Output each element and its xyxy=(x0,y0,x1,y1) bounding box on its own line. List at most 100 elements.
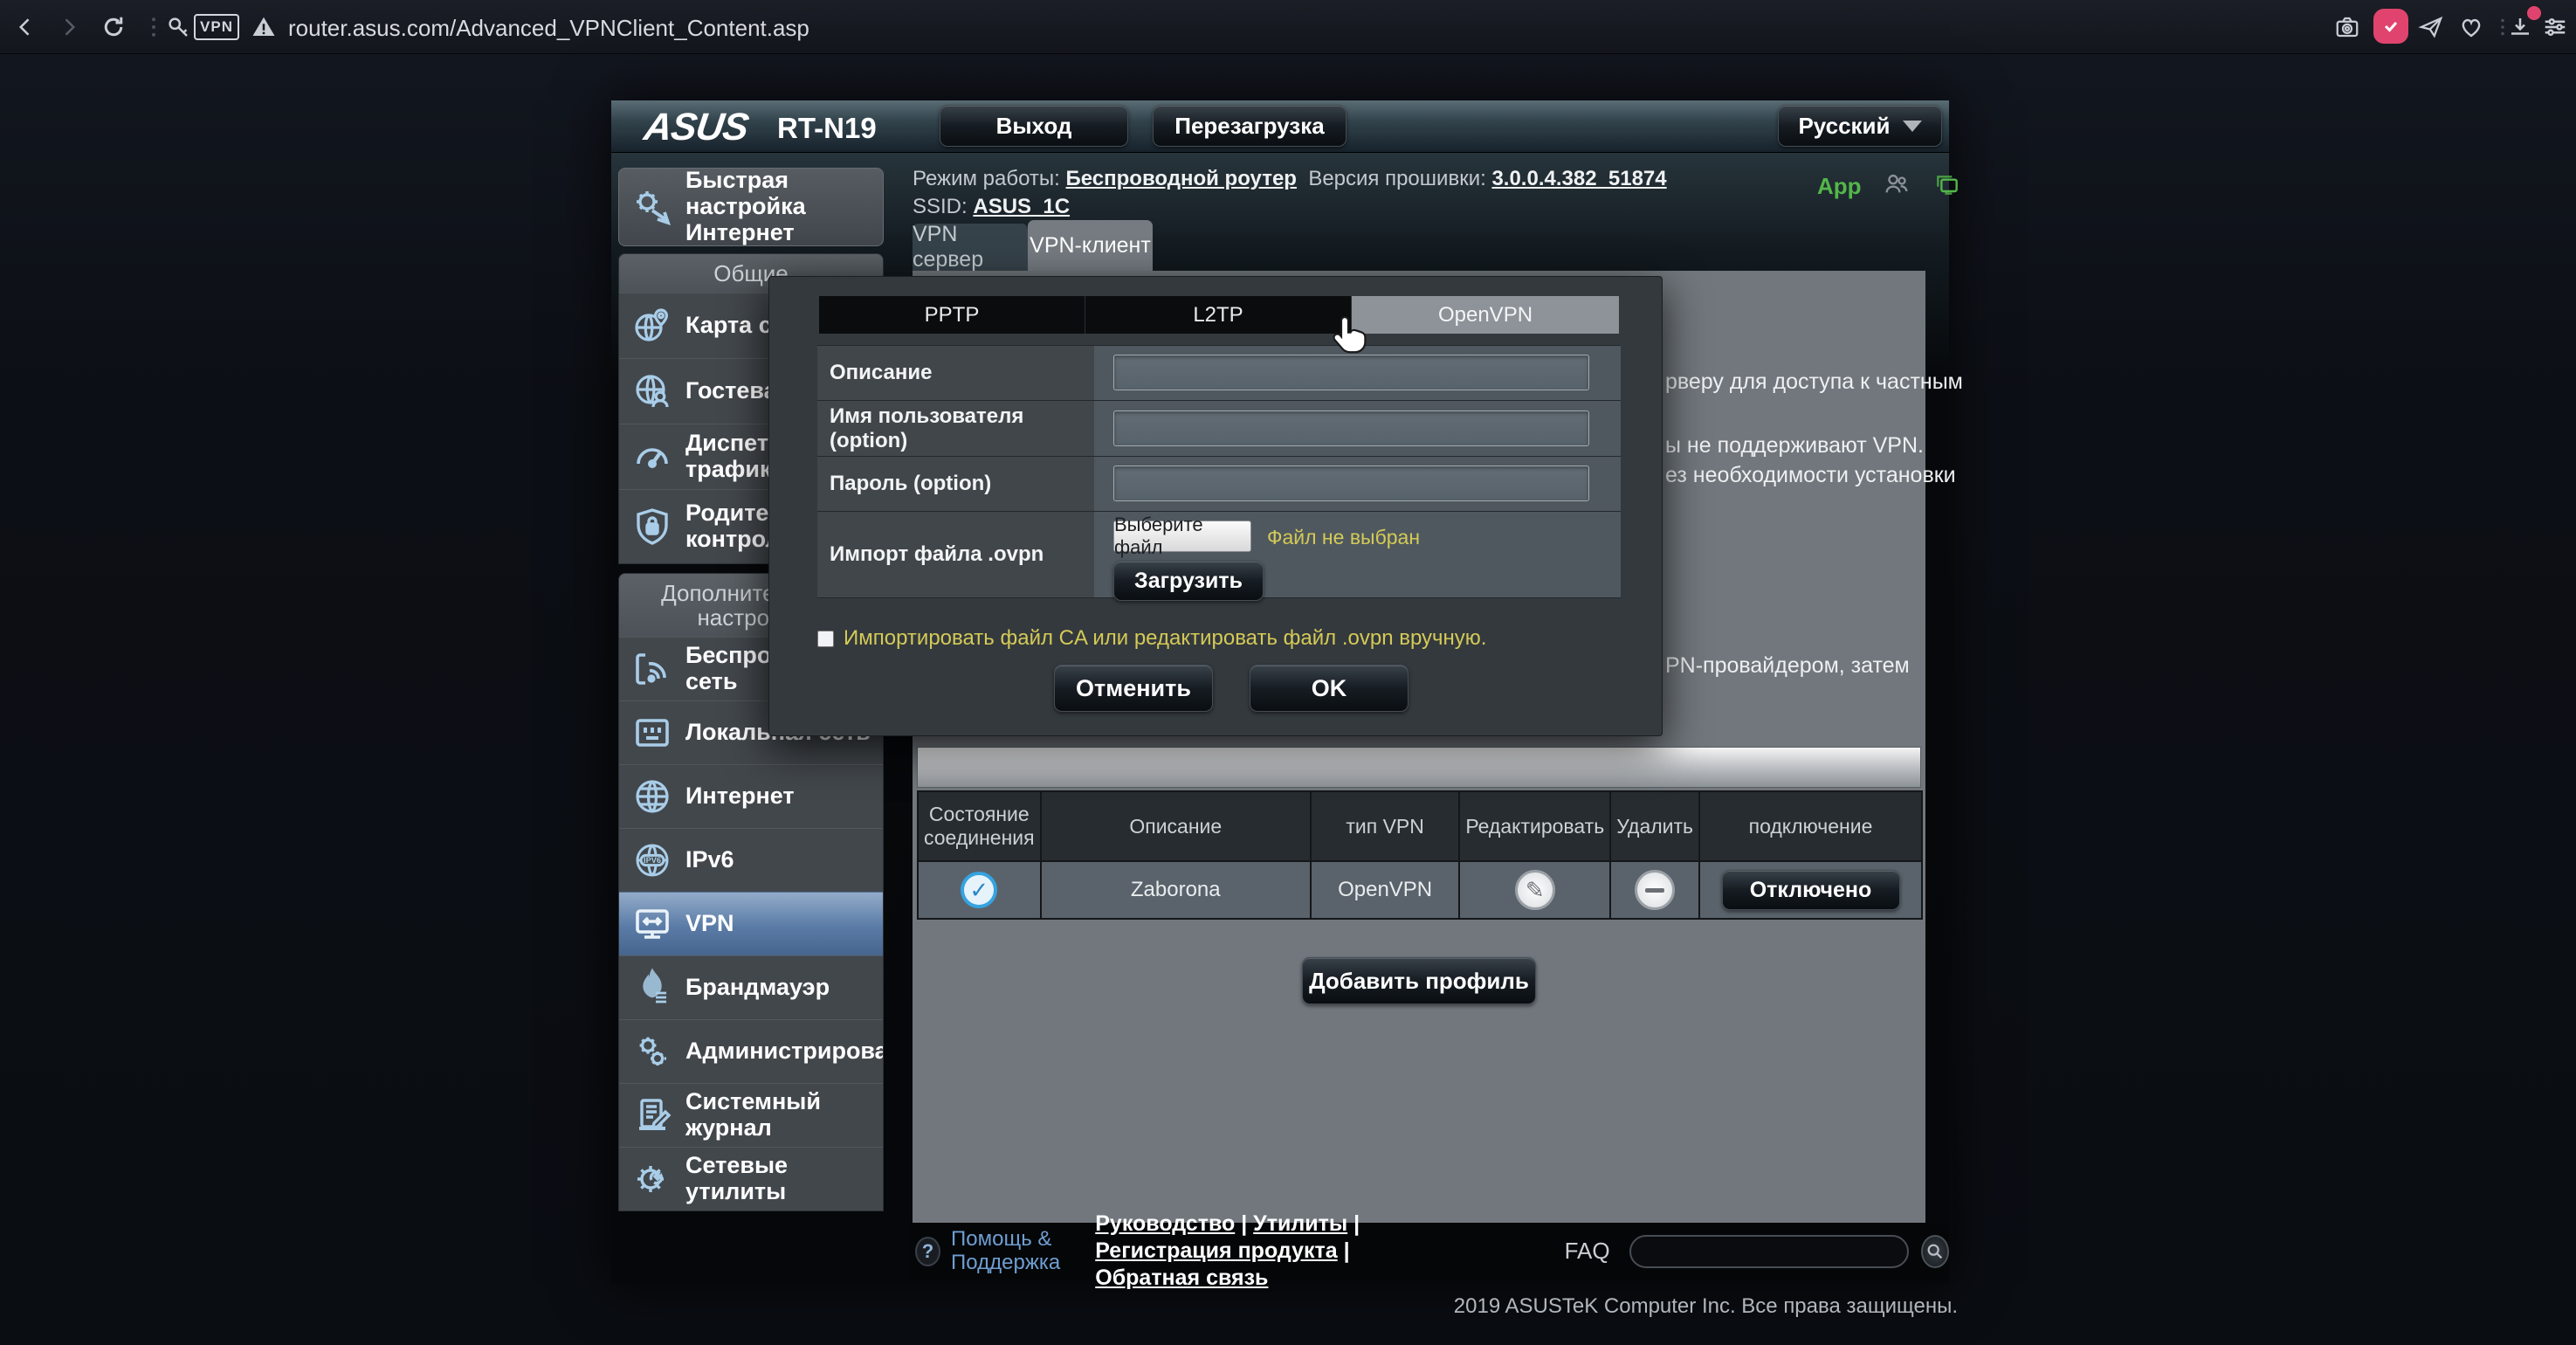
quick-setup-label: Быстрая настройка Интернет xyxy=(685,168,883,245)
sidebar-item-wan[interactable]: Интернет xyxy=(619,764,883,828)
vpn-extension-badge[interactable]: VPN xyxy=(194,14,239,40)
col-description: Описание xyxy=(1041,791,1311,861)
ssid-label: SSID: xyxy=(913,195,968,218)
mode-value-link[interactable]: Беспроводной роутер xyxy=(1066,167,1297,190)
link-divider: | xyxy=(1344,1238,1350,1263)
lan-icon xyxy=(619,712,685,754)
sidebar-item-quick-setup[interactable]: Быстрая настройка Интернет xyxy=(618,168,884,246)
footer-link-feedback[interactable]: Обратная связь xyxy=(1095,1266,1268,1290)
network-tools-icon xyxy=(619,1158,685,1200)
ipv6-icon: IPV6 xyxy=(619,839,685,881)
status-cell: ✓ xyxy=(918,861,1041,919)
shield-check-icon[interactable] xyxy=(2373,9,2408,44)
faq-search-icon[interactable] xyxy=(1921,1235,1949,1268)
administration-label: Администрирование xyxy=(685,1038,883,1065)
app-link[interactable]: App xyxy=(1817,173,1862,200)
svg-text:IPV6: IPV6 xyxy=(644,856,661,865)
downloads-icon[interactable] xyxy=(2504,11,2536,43)
modal-tab-pptp[interactable]: PPTP xyxy=(819,296,1085,334)
upload-button[interactable]: Загрузить xyxy=(1113,561,1264,601)
logout-button[interactable]: Выход xyxy=(940,105,1128,147)
site-warning-icon[interactable] xyxy=(248,11,279,43)
settings-sliders-icon[interactable] xyxy=(2539,11,2571,43)
file-status-text: Файл не выбран xyxy=(1267,526,1420,549)
system-log-label: Системный журнал xyxy=(685,1089,883,1141)
reboot-button[interactable]: Перезагрузка xyxy=(1153,105,1347,147)
network-tools-label: Сетевые утилиты xyxy=(685,1153,883,1204)
connection-cell: Отключено xyxy=(1699,861,1922,919)
add-profile-button[interactable]: Добавить профиль xyxy=(1302,957,1536,1004)
firewall-label: Брандмауэр xyxy=(685,975,830,1001)
form-row-description: Описание xyxy=(817,345,1621,400)
choose-file-button[interactable]: Выберите файл xyxy=(1113,521,1251,552)
description-input[interactable] xyxy=(1113,355,1589,390)
link-divider: | xyxy=(1353,1211,1360,1236)
form-row-username: Имя пользователя (option) xyxy=(817,400,1621,456)
ssid-value-link[interactable]: ASUS_1C xyxy=(973,195,1070,218)
help-question-icon: ? xyxy=(915,1237,940,1266)
delete-minus-icon[interactable] xyxy=(1635,870,1675,910)
sidebar-item-vpn[interactable]: VPN xyxy=(619,892,883,955)
sidebar-item-firewall[interactable]: Брандмауэр xyxy=(619,955,883,1019)
modal-form: Описание Имя пользователя (option) Парол… xyxy=(817,345,1621,598)
modal-tab-openvpn[interactable]: OpenVPN xyxy=(1352,296,1619,334)
firmware-value-link[interactable]: 3.0.0.4.382_51874 xyxy=(1491,167,1666,190)
browser-toolbar: VPN router.asus.com/Advanced_VPNClient_C… xyxy=(0,0,2576,54)
footer-links: Руководство | Утилиты | Регистрация прод… xyxy=(1095,1210,1459,1293)
network-devices-icon[interactable] xyxy=(1932,170,1963,203)
col-delete: Удалить xyxy=(1610,791,1699,861)
import-ca-row: Импортировать файл CA или редактировать … xyxy=(817,626,1486,651)
form-row-import: Импорт файла .ovpn Выберите файл Файл не… xyxy=(817,511,1621,598)
edit-pencil-icon[interactable]: ✎ xyxy=(1515,870,1555,910)
ok-button[interactable]: OK xyxy=(1250,665,1409,712)
address-bar-url[interactable]: router.asus.com/Advanced_VPNClient_Conte… xyxy=(288,15,809,42)
send-plane-icon[interactable] xyxy=(2415,11,2447,43)
username-input[interactable] xyxy=(1113,410,1589,446)
import-ca-checkbox[interactable] xyxy=(817,631,834,647)
back-icon[interactable] xyxy=(10,11,42,43)
forward-icon[interactable] xyxy=(52,11,84,43)
reload-icon[interactable] xyxy=(98,11,129,43)
help-support-label[interactable]: Помощь & Поддержка xyxy=(951,1228,1060,1275)
copyright-text: 2019 ASUSTeK Computer Inc. Все права защ… xyxy=(1454,1294,1958,1319)
favorites-heart-icon[interactable] xyxy=(2455,11,2487,43)
description-fragment-3: ез необходимости установки xyxy=(1665,463,1956,488)
sidebar-item-network-tools[interactable]: Сетевые утилиты xyxy=(619,1147,883,1210)
snapshot-camera-icon[interactable] xyxy=(2331,11,2363,43)
router-footer: ? Помощь & Поддержка Руководство | Утили… xyxy=(908,1223,1949,1279)
username-field-label: Имя пользователя (option) xyxy=(817,401,1094,456)
mouse-cursor-hand xyxy=(1327,313,1369,355)
key-icon[interactable] xyxy=(162,11,194,43)
col-edit: Редактировать xyxy=(1459,791,1610,861)
wan-label: Интернет xyxy=(685,783,795,810)
link-divider: | xyxy=(1241,1211,1247,1236)
profile-list-title-bar xyxy=(917,747,1921,788)
cancel-button[interactable]: Отменить xyxy=(1054,665,1213,712)
edit-cell: ✎ xyxy=(1459,861,1610,919)
mode-label: Режим работы: xyxy=(913,167,1060,190)
faq-label: FAQ xyxy=(1565,1238,1610,1265)
sidebar-item-system-log[interactable]: Системный журнал xyxy=(619,1083,883,1147)
import-ca-label: Импортировать файл CA или редактировать … xyxy=(844,626,1486,651)
password-input[interactable] xyxy=(1113,466,1589,501)
modal-tab-l2tp[interactable]: L2TP xyxy=(1085,296,1352,334)
faq-search-input[interactable] xyxy=(1629,1235,1909,1268)
sidebar-item-administration[interactable]: Администрирование xyxy=(619,1019,883,1083)
tab-vpn-server[interactable]: VPN сервер xyxy=(913,224,1028,271)
clients-icon[interactable] xyxy=(1881,170,1912,203)
footer-link-manual[interactable]: Руководство xyxy=(1095,1211,1235,1236)
connection-toggle-button[interactable]: Отключено xyxy=(1722,870,1900,910)
header-utility-icons: App xyxy=(1817,170,1963,203)
asus-logo: ASUS xyxy=(641,106,750,149)
footer-link-utilities[interactable]: Утилиты xyxy=(1253,1211,1347,1236)
footer-link-registration[interactable]: Регистрация продукта xyxy=(1095,1238,1337,1263)
operation-mode-line: Режим работы: Беспроводной роутер Версия… xyxy=(913,167,1667,191)
col-status: Состояние соединения xyxy=(918,791,1041,861)
password-field-label: Пароль (option) xyxy=(817,457,1094,511)
form-row-password: Пароль (option) xyxy=(817,456,1621,511)
tab-vpn-client[interactable]: VPN-клиент xyxy=(1028,220,1153,271)
language-selector[interactable]: Русский xyxy=(1778,105,1942,147)
description-cell: Zaborona xyxy=(1041,861,1311,919)
screen: VPN router.asus.com/Advanced_VPNClient_C… xyxy=(0,0,2576,1345)
sidebar-item-ipv6[interactable]: IPV6 IPv6 xyxy=(619,828,883,892)
